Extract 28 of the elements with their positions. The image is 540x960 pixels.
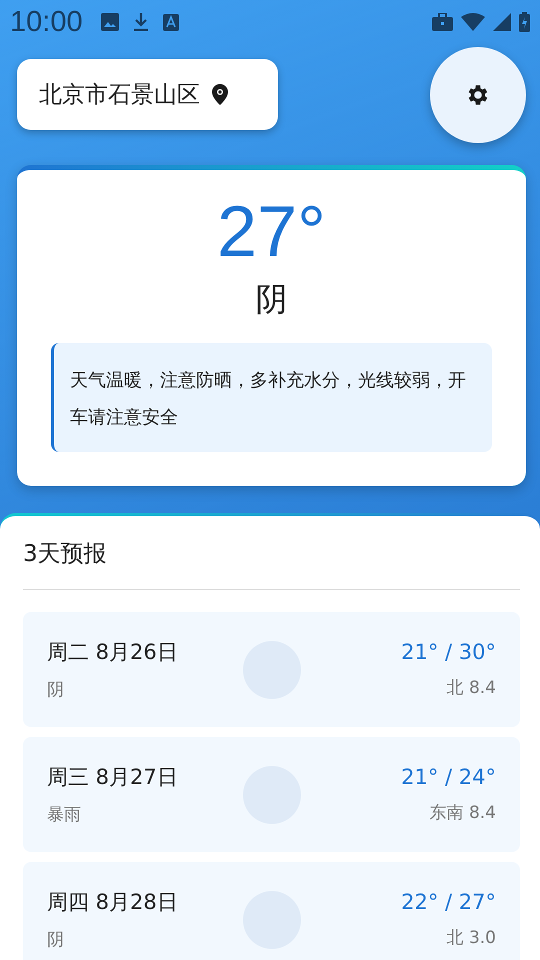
forecast-date: 周二 8月26日 [47,639,178,666]
location-pin-icon [212,84,228,105]
battery-icon [519,12,530,32]
forecast-date: 周三 8月27日 [47,764,178,792]
current-condition: 阴 [256,282,288,318]
forecast-condition: 暴雨 [47,804,81,826]
forecast-condition: 阴 [47,929,64,952]
temperature-range: 22° / 27° [401,890,496,914]
forecast-title: 3天预报 [23,540,107,570]
download-icon [132,13,149,31]
weather-advice: 天气温暖，注意防晒，多补充水分，光线较弱，开车请注意安全 [51,343,492,452]
wind-info: 北 3.0 [446,927,496,950]
settings-button[interactable] [430,47,526,143]
location-name: 北京市石景山区 [39,81,200,110]
signal-icon [493,13,511,31]
wind-info: 东南 8.4 [430,802,496,824]
image-icon [100,13,119,31]
location-chip[interactable]: 北京市石景山区 [17,59,278,130]
wifi-icon [461,13,485,31]
wind-info: 北 8.4 [446,677,496,700]
forecast-condition: 阴 [47,679,64,702]
translate-icon [162,14,179,30]
temperature-range: 21° / 30° [401,640,496,664]
current-temperature: 27° [217,196,326,268]
briefcase-icon [432,13,453,31]
forecast-date: 周四 8月28日 [47,889,178,916]
temperature-range: 21° / 24° [401,765,496,790]
status-time: 10:00 [10,6,83,38]
